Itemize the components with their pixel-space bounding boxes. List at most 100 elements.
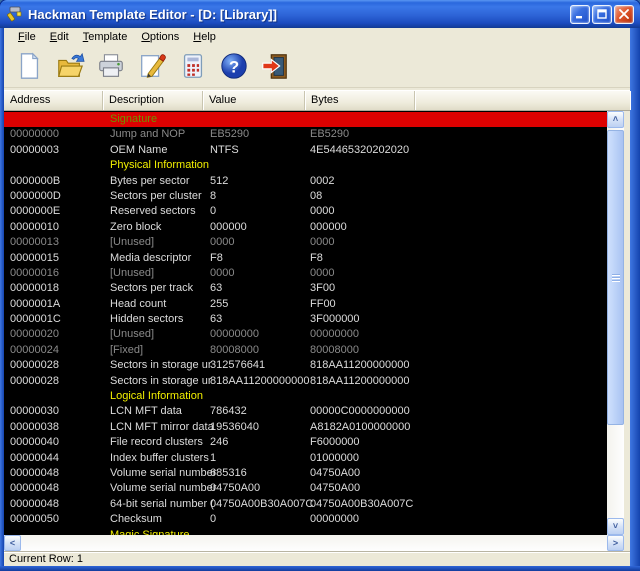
cell-description: Sectors per track — [110, 281, 193, 296]
cell-bytes: 3F000000 — [310, 312, 360, 327]
menu-item-file[interactable]: File — [11, 30, 43, 44]
edit-button[interactable] — [135, 49, 169, 83]
table-row[interactable]: 00000044Index buffer clusters101000000 — [4, 451, 624, 466]
window-title: Hackman Template Editor - [D: [Library]] — [28, 7, 570, 22]
column-header-bytes[interactable]: Bytes — [305, 91, 415, 110]
table-row[interactable]: 00000048Volume serial number04750A000475… — [4, 481, 624, 496]
cell-description: Physical Information — [110, 158, 209, 173]
chevron-down-icon: ˅ — [613, 522, 618, 531]
cell-bytes: 0000 — [310, 204, 334, 219]
horizontal-scrollbar[interactable]: ˂ ˃ — [4, 535, 624, 551]
table-row[interactable]: 0000004864-bit serial number (04750A00B3… — [4, 497, 624, 512]
menu-item-edit[interactable]: Edit — [43, 30, 76, 44]
table-row[interactable]: 00000048Volume serial number68531604750A… — [4, 466, 624, 481]
table-row[interactable]: Logical Information — [4, 389, 624, 404]
table-row[interactable]: 00000020[Unused]0000000000000000 — [4, 327, 624, 342]
table-row[interactable]: Magic Signature — [4, 528, 624, 535]
close-icon — [619, 9, 629, 19]
cell-description: File record clusters — [110, 435, 203, 450]
scroll-left-button[interactable]: ˂ — [4, 535, 21, 551]
print-button[interactable] — [94, 49, 128, 83]
table-row[interactable]: 00000028Sectors in storage ur31257664181… — [4, 358, 624, 373]
cell-address: 00000024 — [10, 343, 59, 358]
table-row[interactable]: 00000050Checksum000000000 — [4, 512, 624, 527]
table-row[interactable]: 00000018Sectors per track633F00 — [4, 281, 624, 296]
cell-address: 00000003 — [10, 143, 59, 158]
cell-address: 00000016 — [10, 266, 59, 281]
table-row[interactable]: 0000000DSectors per cluster808 — [4, 189, 624, 204]
cell-value: EB5290 — [210, 127, 249, 142]
column-header-address[interactable]: Address — [4, 91, 103, 110]
table-row[interactable]: 0000000EReserved sectors00000 — [4, 204, 624, 219]
svg-text:?: ? — [229, 58, 239, 77]
cell-description: 64-bit serial number ( — [110, 497, 214, 512]
scroll-right-button[interactable]: ˃ — [607, 535, 624, 551]
status-bar: Current Row: 1 — [4, 551, 630, 566]
cell-value: 80008000 — [210, 343, 259, 358]
table-row[interactable]: 00000028Sectors in storage ur818AA112000… — [4, 374, 624, 389]
table-row[interactable]: 00000000Jump and NOPEB5290EB5290 — [4, 127, 624, 142]
cell-value: 63 — [210, 281, 222, 296]
help-button[interactable]: ? — [217, 49, 251, 83]
table-row[interactable]: 00000024[Fixed]8000800080008000 — [4, 343, 624, 358]
cell-description: Sectors in storage ur — [110, 358, 212, 373]
cell-bytes: 04750A00 — [310, 481, 360, 496]
maximize-button[interactable] — [592, 5, 612, 24]
cell-description: Sectors per cluster — [110, 189, 202, 204]
open-folder-icon — [55, 51, 85, 81]
minimize-button[interactable] — [570, 5, 590, 24]
table-row[interactable]: 0000000BBytes per sector5120002 — [4, 174, 624, 189]
cell-description: Media descriptor — [110, 251, 191, 266]
cell-value: 04750A00B30A007C — [210, 497, 313, 512]
cell-address: 0000000E — [10, 204, 60, 219]
table-row[interactable]: Signature — [4, 112, 624, 127]
close-button[interactable] — [614, 5, 634, 24]
menu-item-options[interactable]: Options — [134, 30, 186, 44]
menu-item-template[interactable]: Template — [76, 30, 135, 44]
cell-description: Signature — [110, 112, 157, 127]
cell-value: 00000000 — [210, 327, 259, 342]
cell-bytes: 00000000 — [310, 327, 359, 342]
cell-value: 04750A00 — [210, 481, 260, 496]
vertical-scrollbar[interactable]: ˄ ˅ — [607, 111, 624, 535]
cell-address: 0000001A — [10, 297, 60, 312]
table-row[interactable]: Physical Information — [4, 158, 624, 173]
cell-value: 63 — [210, 312, 222, 327]
exit-button[interactable] — [258, 49, 292, 83]
cell-description: LCN MFT data — [110, 404, 182, 419]
column-header-description[interactable]: Description — [103, 91, 203, 110]
column-header-value[interactable]: Value — [203, 91, 305, 110]
new-button[interactable] — [12, 49, 46, 83]
scroll-up-button[interactable]: ˄ — [607, 111, 624, 128]
cell-bytes: 08 — [310, 189, 322, 204]
table-row[interactable]: 00000015Media descriptorF8F8 — [4, 251, 624, 266]
cell-description: Checksum — [110, 512, 162, 527]
open-button[interactable] — [53, 49, 87, 83]
cell-description: Zero block — [110, 220, 161, 235]
cell-bytes: 04750A00B30A007C — [310, 497, 413, 512]
menu-item-help[interactable]: Help — [186, 30, 223, 44]
table-row[interactable]: 00000016[Unused]00000000 — [4, 266, 624, 281]
cell-address: 0000000B — [10, 174, 60, 189]
window-border-right — [630, 28, 640, 571]
cell-address: 00000050 — [10, 512, 59, 527]
cell-address: 00000028 — [10, 374, 59, 389]
cell-bytes: 0000 — [310, 266, 334, 281]
scroll-down-button[interactable]: ˅ — [607, 518, 624, 535]
cell-description: Head count — [110, 297, 166, 312]
calculator-button[interactable] — [176, 49, 210, 83]
table-row[interactable]: 00000038LCN MFT mirror data19536040A8182… — [4, 420, 624, 435]
table-row[interactable]: 00000010Zero block000000000000 — [4, 220, 624, 235]
table-row[interactable]: 0000001CHidden sectors633F000000 — [4, 312, 624, 327]
table-row[interactable]: 0000001AHead count255FF00 — [4, 297, 624, 312]
cell-value: 246 — [210, 435, 228, 450]
maximize-icon — [597, 9, 607, 19]
application-window: Hackman Template Editor - [D: [Library]]… — [0, 0, 640, 571]
toolbar: ? — [4, 45, 630, 88]
table-row[interactable]: 00000013[Unused]00000000 — [4, 235, 624, 250]
vertical-scrollbar-thumb[interactable] — [607, 130, 624, 425]
title-bar[interactable]: Hackman Template Editor - [D: [Library]] — [0, 0, 640, 28]
table-row[interactable]: 00000040File record clusters246F6000000 — [4, 435, 624, 450]
table-row[interactable]: 00000030LCN MFT data78643200000C00000000… — [4, 404, 624, 419]
table-row[interactable]: 00000003OEM NameNTFS4E54465320202020 — [4, 143, 624, 158]
